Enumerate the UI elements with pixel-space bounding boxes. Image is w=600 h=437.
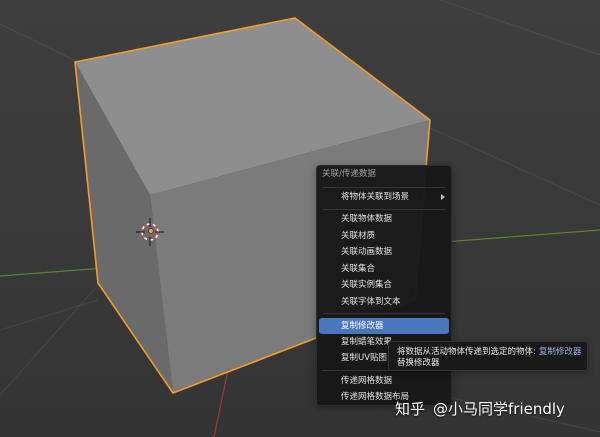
menu-item-label: 关联字体到文本 — [341, 297, 401, 307]
triangle-right-icon — [441, 194, 445, 200]
viewport-scene[interactable] — [0, 0, 600, 437]
origin-dot-icon — [148, 228, 154, 234]
menu-item-link-animation-data[interactable]: 关联动画数据 — [319, 244, 449, 260]
menu-item-label: 复制修改器 — [341, 321, 384, 331]
menu-item-link-fonts-to-text[interactable]: 关联字体到文本 — [319, 294, 449, 310]
grid-line — [439, 0, 600, 56]
menu-item-copy-modifiers[interactable]: 复制修改器 — [319, 318, 449, 334]
menu-item-label: 传递网格数据 — [341, 376, 393, 386]
menu-separator — [323, 313, 445, 314]
watermark-author: @小马同学friendly — [433, 400, 565, 418]
grid-line — [429, 127, 600, 206]
menu-item-label: 关联动画数据 — [341, 247, 393, 257]
menu-item-label: 关联实例集合 — [341, 280, 393, 290]
menu-item-label: 关联集合 — [341, 264, 376, 274]
tooltip-line-2: 替换修改器 — [397, 357, 440, 369]
menu-item-transfer-mesh-data[interactable]: 传递网格数据 — [319, 373, 449, 389]
menu-item-label: 将物体关联到场景 — [341, 192, 410, 202]
tooltip-operator-name: 复制修改器 — [538, 347, 582, 357]
menu-item-label: 复制UV贴图 — [341, 353, 388, 363]
watermark-site: 知乎 — [395, 400, 426, 418]
x-axis-line — [213, 369, 229, 437]
menu-item-label: 关联材质 — [341, 231, 376, 241]
grid-line — [0, 283, 100, 396]
watermark: 知乎 @小马同学friendly — [395, 399, 565, 419]
menu-item-label: 复制蜡笔效果 — [341, 337, 393, 347]
menu-separator — [323, 209, 445, 210]
menu-separator — [323, 187, 445, 188]
menu-item-link-instance-collections[interactable]: 关联实例集合 — [319, 277, 449, 293]
menu-item-link-to-scene[interactable]: 将物体关联到场景 — [319, 189, 449, 205]
tooltip-description: 将数据从活动物体传递到选定的物体: — [397, 347, 536, 357]
menu-item-link-object-data[interactable]: 关联物体数据 — [319, 211, 449, 227]
grid-line — [0, 23, 79, 63]
menu-item-label: 关联物体数据 — [341, 214, 393, 224]
menu-item-link-materials[interactable]: 关联材质 — [319, 228, 449, 244]
operator-tooltip: 将数据从活动物体传递到选定的物体: 复制修改器 替换修改器 — [388, 341, 588, 371]
grid-line — [0, 299, 99, 331]
tooltip-detail: 替换修改器 — [397, 358, 440, 368]
menu-item-link-collections[interactable]: 关联集合 — [319, 261, 449, 277]
3d-viewport[interactable]: 关联/传递数据 将物体关联到场景 关联物体数据 关联材质 关联动画数据 关联集合… — [0, 0, 600, 437]
menu-title: 关联/传递数据 — [322, 169, 376, 179]
